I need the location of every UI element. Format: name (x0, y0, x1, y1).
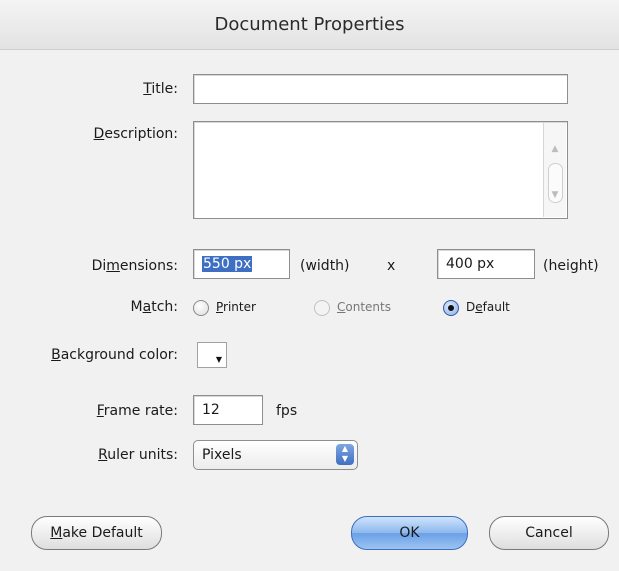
ok-button[interactable]: OK (351, 516, 468, 550)
window-title: Document Properties (214, 14, 405, 35)
match-default-radio[interactable] (443, 300, 459, 316)
scroll-down-icon[interactable]: ▼ (544, 181, 566, 209)
ruler-units-label: Ruler units: (98, 447, 178, 463)
background-color-label: Background color: (51, 347, 178, 363)
dropdown-arrow-icon: ▼ (215, 355, 222, 364)
dimensions-label: Dimensions: (91, 258, 178, 274)
select-stepper-icon: ▲ ▼ (336, 444, 354, 465)
radio-selected-dot (448, 305, 454, 311)
scroll-up-icon[interactable]: ▲ (544, 135, 566, 163)
ruler-units-select[interactable]: Pixels ▲ ▼ (193, 440, 358, 470)
match-printer-label[interactable]: Printer (216, 300, 256, 314)
width-value: 550 px (202, 256, 253, 272)
description-scrollbar[interactable]: ▲ ▼ (543, 123, 566, 217)
cancel-button[interactable]: Cancel (489, 516, 609, 550)
ruler-units-value: Pixels (202, 447, 242, 463)
title-input[interactable] (193, 74, 568, 104)
dimension-separator: x (387, 258, 396, 274)
frame-rate-unit: fps (276, 403, 298, 419)
height-suffix: (height) (543, 258, 599, 274)
width-suffix: (width) (300, 258, 350, 274)
match-label: Match: (130, 299, 178, 315)
height-input[interactable]: 400 px (437, 249, 535, 279)
description-label: Description: (93, 126, 178, 142)
make-default-button[interactable]: Make Default (31, 516, 162, 550)
title-label: Title: (143, 81, 178, 97)
frame-rate-label: Frame rate: (96, 403, 178, 419)
background-color-swatch[interactable]: ▼ (197, 342, 227, 368)
match-printer-radio[interactable] (193, 300, 209, 316)
frame-rate-input[interactable]: 12 (193, 395, 263, 425)
match-contents-radio (314, 300, 330, 316)
match-contents-label: Contents (337, 300, 391, 314)
match-default-label[interactable]: Default (466, 300, 510, 314)
title-bar: Document Properties (0, 0, 619, 50)
width-input[interactable]: 550 px (193, 249, 290, 279)
description-textarea[interactable]: ▲ ▼ (193, 121, 568, 219)
